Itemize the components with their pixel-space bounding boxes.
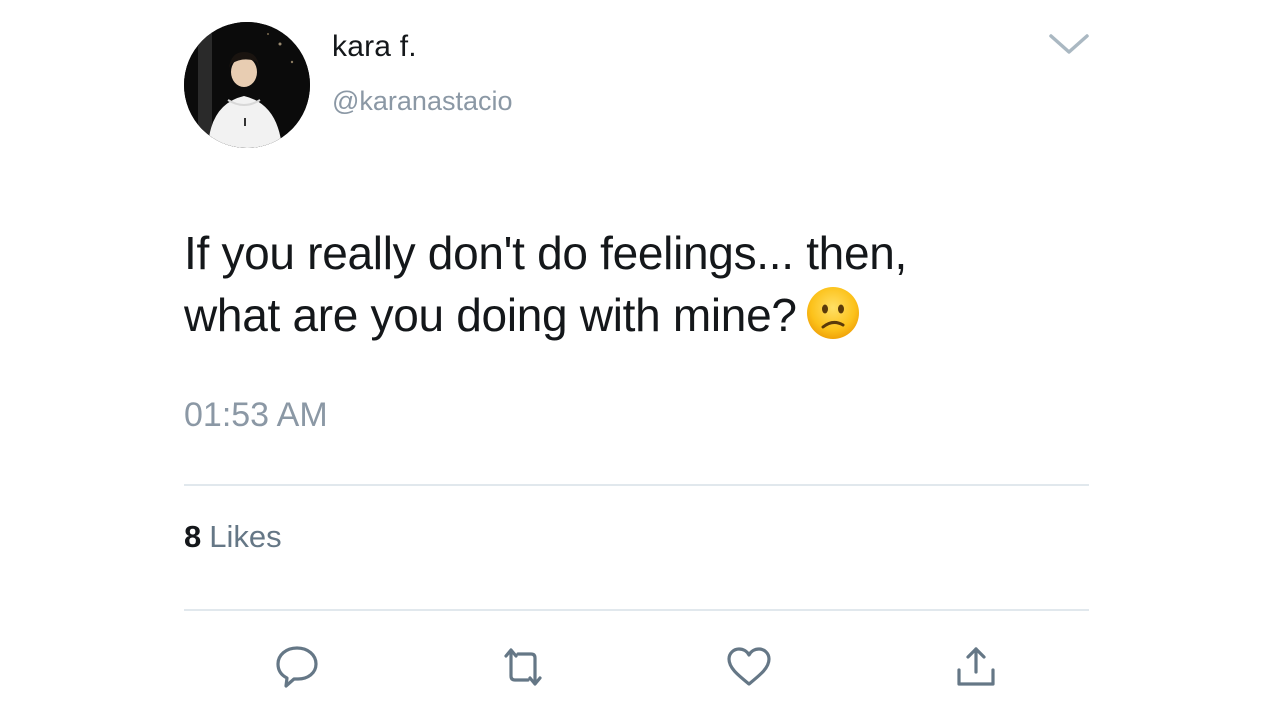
frowning-face-icon [805, 285, 861, 341]
share-icon [957, 647, 995, 686]
display-name[interactable]: kara f. [332, 30, 417, 64]
divider [184, 484, 1089, 486]
avatar-photo-icon [184, 22, 310, 148]
tweet-text: If you really don't do feelings... then,… [184, 222, 1084, 346]
heart-icon [727, 647, 771, 686]
tweet-timestamp[interactable]: 01:53 AM [184, 396, 328, 435]
tweet-card: kara f. @karanastacio If you really don'… [0, 0, 1280, 720]
tweet-text-line-content: what are you doing with mine? [184, 289, 797, 341]
likes-stat[interactable]: 8 Likes [184, 519, 282, 555]
retweet-icon [504, 648, 542, 686]
like-button[interactable] [724, 642, 774, 692]
likes-count: 8 [184, 519, 202, 554]
chevron-down-icon[interactable] [1048, 30, 1090, 58]
reply-button[interactable] [272, 642, 322, 692]
divider [184, 609, 1089, 611]
retweet-button[interactable] [498, 642, 548, 692]
likes-label: Likes [209, 519, 282, 554]
reply-icon [276, 646, 318, 688]
user-handle[interactable]: @karanastacio [332, 86, 513, 117]
tweet-text-line: what are you doing with mine? [184, 284, 1084, 346]
share-button[interactable] [951, 642, 1001, 692]
avatar[interactable] [184, 22, 310, 148]
tweet-text-line: If you really don't do feelings... then, [184, 227, 908, 279]
